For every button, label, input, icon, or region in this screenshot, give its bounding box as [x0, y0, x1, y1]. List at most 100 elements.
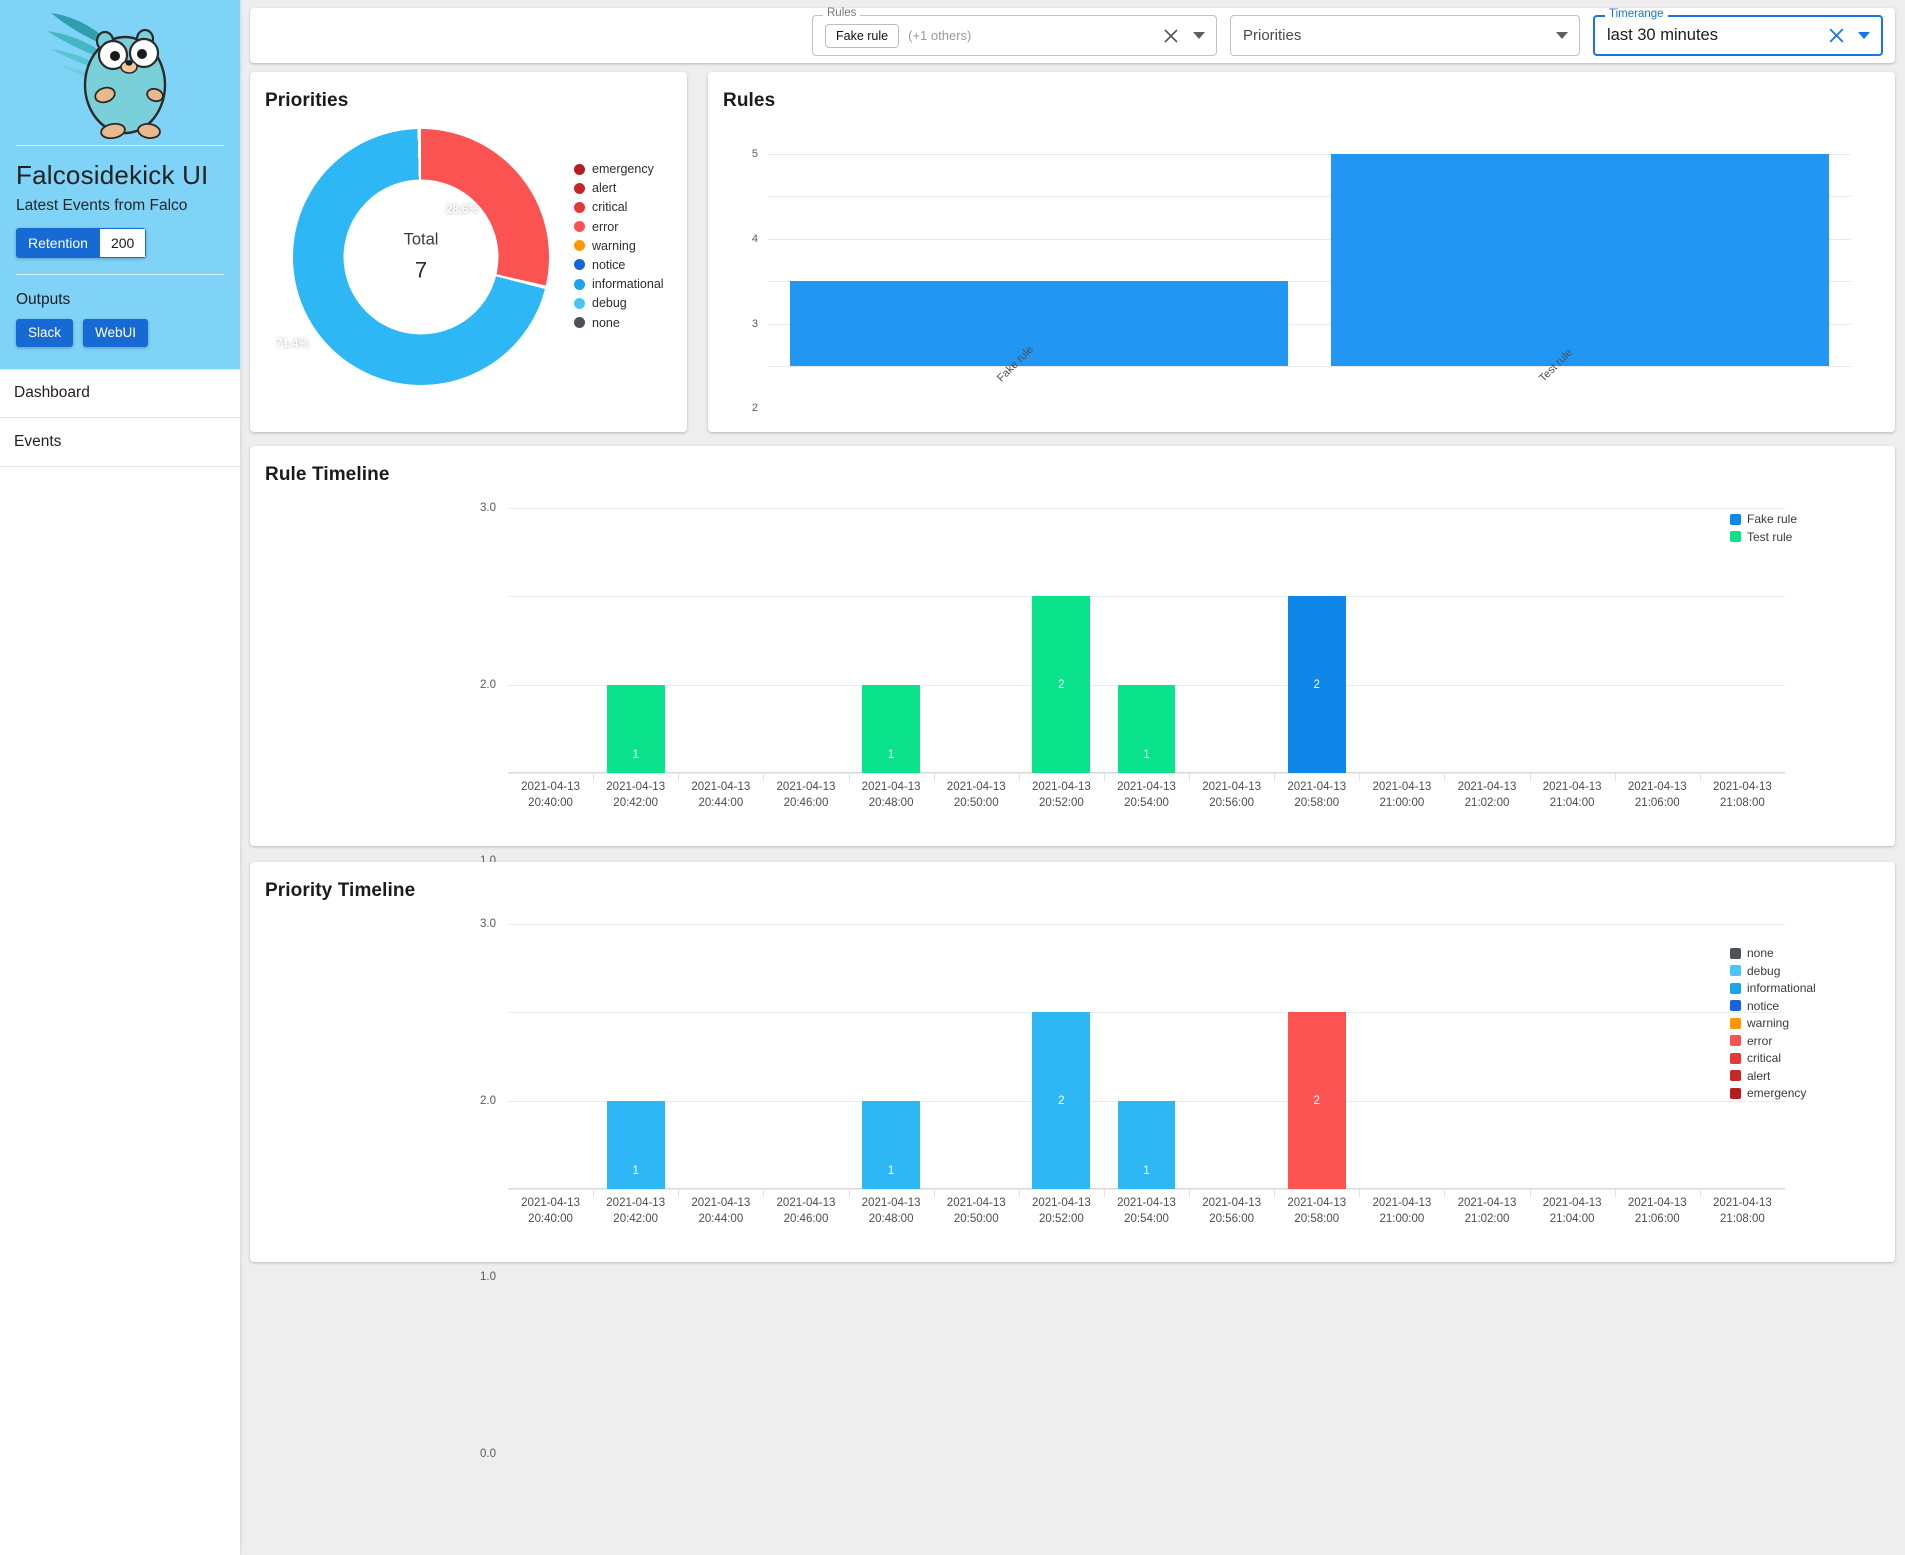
- close-x-icon[interactable]: [1825, 25, 1847, 47]
- chart-legend-item[interactable]: informational: [1730, 981, 1816, 995]
- bar[interactable]: [1331, 154, 1829, 366]
- rules-filter-legend: Rules: [823, 8, 860, 20]
- priorities-filter[interactable]: Priorities: [1230, 15, 1580, 56]
- rules-plot-area: 012345Fake ruleTest rule: [768, 154, 1851, 366]
- legend-label: none: [592, 316, 620, 330]
- y-axis-tick: 2.0: [480, 1095, 496, 1107]
- axis-tick-mark: [1700, 773, 1701, 781]
- legend-color-dot: [574, 259, 585, 270]
- x-axis-label-date: 2021-04-13: [521, 781, 580, 793]
- chevron-down-icon[interactable]: [1858, 32, 1870, 39]
- axis-tick-mark: [593, 1189, 594, 1197]
- x-axis-label-date: 2021-04-13: [1202, 781, 1261, 793]
- bar-segment[interactable]: 2: [1288, 596, 1346, 773]
- donut-legend-item[interactable]: critical: [574, 200, 664, 214]
- gridline: 0.0: [508, 773, 1785, 774]
- donut-legend-item[interactable]: debug: [574, 296, 664, 310]
- x-axis-label-date: 2021-04-13: [1287, 781, 1346, 793]
- bar-value-label: 2: [1314, 1095, 1320, 1107]
- bar-segment[interactable]: 2: [1288, 1012, 1346, 1189]
- rules-filter[interactable]: Rules Fake rule (+1 others): [812, 15, 1217, 56]
- x-axis-label: 2021-04-1321:04:00: [1543, 780, 1602, 811]
- legend-color-dot: [574, 240, 585, 251]
- legend-color-swatch: [1730, 1070, 1741, 1081]
- donut-legend-item[interactable]: none: [574, 316, 664, 330]
- timerange-filter-value: last 30 minutes: [1607, 26, 1718, 45]
- donut-ring[interactable]: Total 7: [293, 129, 549, 385]
- axis-tick-mark: [1189, 773, 1190, 781]
- bar-segment[interactable]: 1: [862, 685, 920, 773]
- close-x-icon[interactable]: [1160, 25, 1182, 47]
- x-axis-label-time: 20:56:00: [1209, 1213, 1254, 1225]
- chart-legend-item[interactable]: warning: [1730, 1016, 1816, 1030]
- bar-segment[interactable]: 1: [607, 1101, 665, 1189]
- donut-legend-item[interactable]: emergency: [574, 162, 664, 176]
- x-axis-label: 2021-04-1320:54:00: [1117, 780, 1176, 811]
- bar[interactable]: [790, 281, 1288, 366]
- bar-segment[interactable]: 2: [1032, 596, 1090, 773]
- donut-legend-item[interactable]: error: [574, 220, 664, 234]
- x-axis-label-date: 2021-04-13: [1543, 781, 1602, 793]
- app-subtitle: Latest Events from Falco: [16, 197, 224, 215]
- x-axis-label-date: 2021-04-13: [1628, 1197, 1687, 1209]
- rules-card: Rules 012345Fake ruleTest rule: [708, 72, 1895, 432]
- chart-legend-item[interactable]: Fake rule: [1730, 512, 1797, 526]
- donut-legend-item[interactable]: warning: [574, 239, 664, 253]
- legend-label: critical: [592, 200, 627, 214]
- sidebar: Falcosidekick UI Latest Events from Falc…: [0, 0, 240, 1555]
- rule-timeline-card: Rule Timeline 0.01.02.03.02021-04-1320:4…: [250, 446, 1895, 846]
- donut-legend-item[interactable]: alert: [574, 181, 664, 195]
- outputs-buttons: Slack WebUI: [16, 319, 224, 347]
- axis-tick-mark: [1444, 1189, 1445, 1197]
- axis-tick-mark: [934, 773, 935, 781]
- x-axis-label-date: 2021-04-13: [1287, 1197, 1346, 1209]
- chart-legend-item[interactable]: notice: [1730, 999, 1816, 1013]
- retention-control[interactable]: Retention 200: [16, 228, 146, 258]
- x-axis-label-time: 21:08:00: [1720, 1213, 1765, 1225]
- x-axis-label-date: 2021-04-13: [777, 1197, 836, 1209]
- chevron-down-icon[interactable]: [1193, 32, 1205, 39]
- bar-segment[interactable]: 1: [862, 1101, 920, 1189]
- chart-legend-item[interactable]: critical: [1730, 1051, 1816, 1065]
- x-axis-label-date: 2021-04-13: [1032, 1197, 1091, 1209]
- legend-color-swatch: [1730, 965, 1741, 976]
- priorities-filter-placeholder: Priorities: [1243, 27, 1301, 44]
- chart-legend-item[interactable]: Test rule: [1730, 530, 1797, 544]
- x-axis-label-date: 2021-04-13: [1458, 781, 1517, 793]
- gridline: 3.0: [508, 508, 1785, 509]
- retention-value[interactable]: 200: [100, 228, 146, 258]
- bar-segment[interactable]: 1: [1118, 1101, 1176, 1189]
- axis-tick-mark: [849, 773, 850, 781]
- rules-card-title: Rules: [708, 72, 1895, 112]
- rules-filter-others: (+1 others): [908, 28, 971, 43]
- x-axis-label-time: 21:08:00: [1720, 797, 1765, 809]
- x-axis-label-date: 2021-04-13: [862, 1197, 921, 1209]
- chart-legend-item[interactable]: none: [1730, 946, 1816, 960]
- legend-label: debug: [1747, 964, 1780, 978]
- x-axis-label: 2021-04-1320:58:00: [1287, 780, 1346, 811]
- legend-label: informational: [1747, 981, 1816, 995]
- rules-filter-chip[interactable]: Fake rule: [825, 24, 899, 48]
- output-button-slack[interactable]: Slack: [16, 319, 73, 347]
- chart-legend-item[interactable]: error: [1730, 1034, 1816, 1048]
- chevron-down-icon[interactable]: [1556, 32, 1568, 39]
- sidebar-divider-top: [16, 145, 224, 146]
- sidebar-item-events[interactable]: Events: [0, 418, 240, 467]
- donut-legend-item[interactable]: notice: [574, 258, 664, 272]
- x-axis-label-date: 2021-04-13: [1032, 781, 1091, 793]
- x-axis-label-date: 2021-04-13: [1458, 1197, 1517, 1209]
- x-axis-label-date: 2021-04-13: [947, 1197, 1006, 1209]
- timerange-filter[interactable]: Timerange last 30 minutes: [1593, 15, 1883, 56]
- sidebar-item-dashboard[interactable]: Dashboard: [0, 369, 240, 418]
- chart-legend-item[interactable]: alert: [1730, 1069, 1816, 1083]
- x-axis-label-time: 21:00:00: [1380, 797, 1425, 809]
- bar-segment[interactable]: 1: [607, 685, 665, 773]
- output-button-webui[interactable]: WebUI: [83, 319, 148, 347]
- bar-segment[interactable]: 2: [1032, 1012, 1090, 1189]
- chart-legend-item[interactable]: debug: [1730, 964, 1816, 978]
- bar-segment[interactable]: 1: [1118, 685, 1176, 773]
- chart-legend-item[interactable]: emergency: [1730, 1086, 1816, 1100]
- legend-color-swatch: [1730, 1053, 1741, 1064]
- axis-tick-mark: [1359, 1189, 1360, 1197]
- donut-legend-item[interactable]: informational: [574, 277, 664, 291]
